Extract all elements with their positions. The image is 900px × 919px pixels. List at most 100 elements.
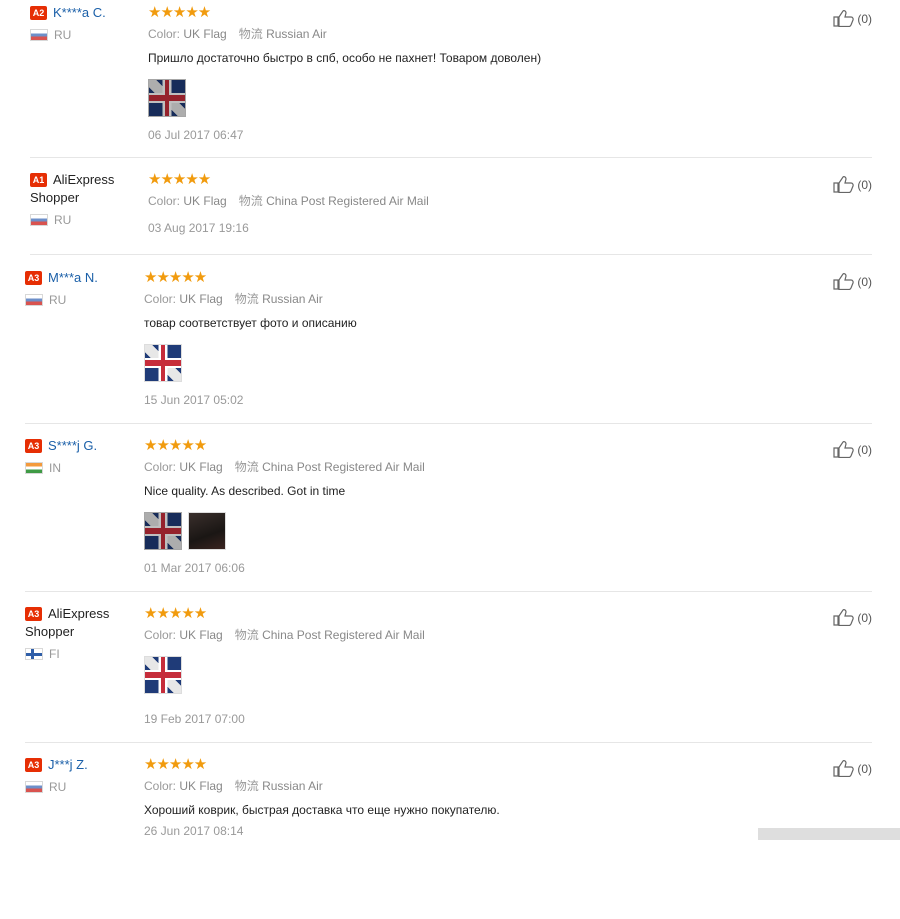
reviewer-country: RU <box>25 780 135 794</box>
review-date: 26 Jun 2017 08:14 <box>144 824 244 838</box>
color-value: UK Flag <box>179 628 223 642</box>
country-code: RU <box>54 28 72 42</box>
shipping-label: 物流 <box>238 194 263 208</box>
color-value: UK Flag <box>179 292 223 306</box>
color-label: Color: <box>148 194 181 208</box>
reviewer-info: A3 M***a N. RU <box>25 269 135 307</box>
review-photo-thumbnail[interactable] <box>144 512 182 550</box>
shipping-label: 物流 <box>234 460 259 474</box>
star-rating: ★★★★★ <box>148 4 211 21</box>
thumbs-up-icon <box>833 760 857 778</box>
thumbs-up-icon <box>833 176 857 194</box>
buyer-level-badge: A3 <box>25 271 42 285</box>
flag-icon <box>25 294 43 306</box>
reviewer-country: RU <box>25 293 135 307</box>
review-date: 01 Mar 2017 06:06 <box>144 561 245 575</box>
order-info: Color: UK Flag 物流 Russian Air <box>144 778 744 794</box>
color-label: Color: <box>148 27 181 41</box>
review-comment: Пришло достаточно быстро в спб, особо не… <box>148 51 542 65</box>
flag-icon <box>30 214 48 226</box>
reviewer-info: A3 AliExpress Shopper FI <box>25 605 135 661</box>
shipping-label: 物流 <box>234 779 259 793</box>
shipping-label: 物流 <box>238 27 263 41</box>
reviewer-name[interactable]: K****a C. <box>53 5 106 20</box>
order-info: Color: UK Flag 物流 China Post Registered A… <box>144 627 744 643</box>
country-code: RU <box>49 293 67 307</box>
reviewer-name-line: A3 S****j G. <box>25 437 135 455</box>
review-divider <box>25 742 872 743</box>
flag-icon <box>25 648 43 660</box>
review-photo-thumbnail[interactable] <box>144 656 182 694</box>
color-label: Color: <box>144 779 177 793</box>
review-content: ★★★★★ Color: UK Flag 物流 Russian Air Хороший… <box>144 756 744 818</box>
review-comment: Хороший коврик, быстрая доставка что еще… <box>144 803 500 817</box>
helpful-count: (0) <box>857 611 872 625</box>
shipping-label: 物流 <box>234 292 259 306</box>
shipping-value: Russian Air <box>266 27 327 41</box>
review-content: ★★★★★ Color: UK Flag 物流 China Post Registe… <box>148 171 748 209</box>
review-photo-thumbnail[interactable] <box>148 79 186 117</box>
shipping-value: China Post Registered Air Mail <box>262 460 425 474</box>
shipping-label: 物流 <box>234 628 259 642</box>
star-rating: ★★★★★ <box>144 605 207 622</box>
thumbs-up-icon <box>833 441 857 459</box>
review-date: 03 Aug 2017 19:16 <box>148 221 249 235</box>
order-info: Color: UK Flag 物流 Russian Air <box>144 291 744 307</box>
country-code: FI <box>49 647 60 661</box>
reviewer-country: FI <box>25 647 135 661</box>
reviewer-name-line: A1 AliExpress Shopper <box>30 171 140 207</box>
star-rating: ★★★★★ <box>144 269 207 286</box>
reviewer-info: A3 S****j G. IN <box>25 437 135 475</box>
horizontal-scrollbar[interactable] <box>758 828 900 840</box>
review-photos <box>148 79 748 119</box>
review-comment: Nice quality. As described. Got in time <box>144 484 346 498</box>
review-photo-thumbnail[interactable] <box>188 512 226 550</box>
country-code: IN <box>49 461 61 475</box>
country-code: RU <box>54 213 72 227</box>
color-label: Color: <box>144 292 177 306</box>
shipping-value: China Post Registered Air Mail <box>266 194 429 208</box>
reviewer-country: RU <box>30 28 140 42</box>
buyer-level-badge: A1 <box>30 173 47 187</box>
shipping-value: Russian Air <box>262 292 323 306</box>
helpful-count: (0) <box>857 275 872 289</box>
review-photos <box>144 512 744 552</box>
review-divider <box>25 423 872 424</box>
helpful-button[interactable]: (0) <box>833 759 872 778</box>
shipping-value: Russian Air <box>262 779 323 793</box>
review-divider <box>25 591 872 592</box>
buyer-level-badge: A3 <box>25 758 42 772</box>
helpful-button[interactable]: (0) <box>833 175 872 194</box>
color-label: Color: <box>144 628 177 642</box>
order-info: Color: UK Flag 物流 China Post Registered A… <box>148 193 748 209</box>
review-photos <box>144 656 744 696</box>
reviewer-info: A3 J***j Z. RU <box>25 756 135 794</box>
review-photo-thumbnail[interactable] <box>144 344 182 382</box>
helpful-button[interactable]: (0) <box>833 608 872 627</box>
review-divider <box>30 254 872 255</box>
color-value: UK Flag <box>183 194 227 208</box>
reviewer-info: A1 AliExpress Shopper RU <box>30 171 140 227</box>
reviewer-name-line: A3 J***j Z. <box>25 756 135 774</box>
helpful-button[interactable]: (0) <box>833 440 872 459</box>
review-content: ★★★★★ Color: UK Flag 物流 Russian Air Пришло … <box>148 4 748 119</box>
reviewer-info: A2 K****a C. RU <box>30 4 140 42</box>
helpful-button[interactable]: (0) <box>833 272 872 291</box>
buyer-level-badge: A3 <box>25 439 42 453</box>
buyer-level-badge: A3 <box>25 607 42 621</box>
reviewer-name[interactable]: S****j G. <box>48 438 97 453</box>
reviewer-name-line: A2 K****a C. <box>30 4 140 22</box>
star-rating: ★★★★★ <box>144 437 207 454</box>
thumbs-up-icon <box>833 609 857 627</box>
reviewer-name[interactable]: M***a N. <box>48 270 98 285</box>
helpful-button[interactable]: (0) <box>833 9 872 28</box>
thumbs-up-icon <box>833 10 857 28</box>
reviewer-name[interactable]: J***j Z. <box>48 757 88 772</box>
helpful-count: (0) <box>857 12 872 26</box>
shipping-value: China Post Registered Air Mail <box>262 628 425 642</box>
review-content: ★★★★★ Color: UK Flag 物流 Russian Air товар с… <box>144 269 744 384</box>
color-label: Color: <box>144 460 177 474</box>
review-date: 06 Jul 2017 06:47 <box>148 128 244 142</box>
thumbs-up-icon <box>833 273 857 291</box>
order-info: Color: UK Flag 物流 China Post Registered A… <box>144 459 744 475</box>
